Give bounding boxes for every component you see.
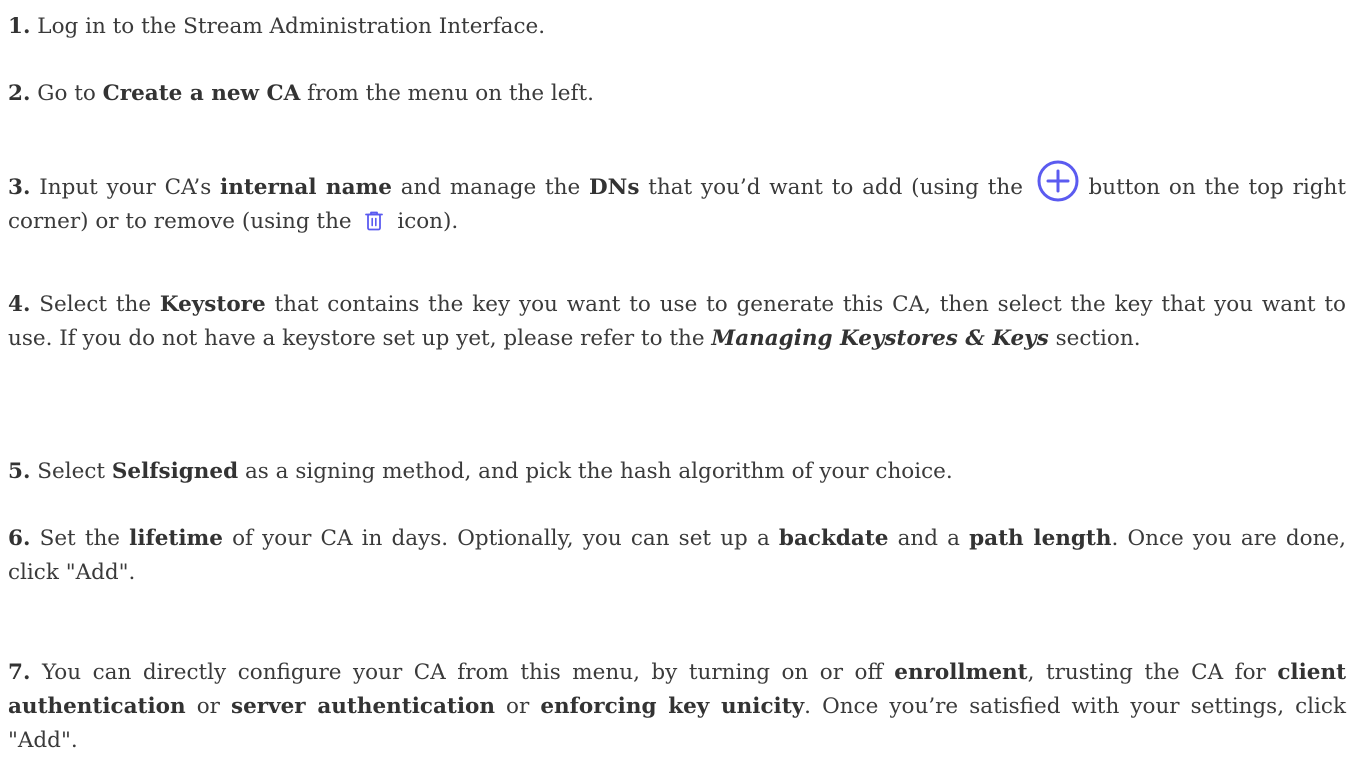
emphasis-server-authentication: server authentication	[231, 694, 495, 719]
emphasis-selfsigned: Selfsigned	[111, 459, 239, 484]
step-7: 7. You can directly configure your CA fr…	[8, 656, 1346, 758]
step-text: Select the	[30, 292, 160, 317]
step-text: and a	[888, 526, 970, 551]
step-2: 2. Go to Create a new CA from the menu o…	[8, 77, 1346, 111]
step-text: Select	[30, 459, 112, 484]
step-text: Set the	[30, 526, 130, 551]
emphasis-dns: DNs	[589, 175, 640, 200]
step-text: that you’d want to add (using the	[639, 175, 1032, 200]
step-text: , trusting the CA for	[1027, 660, 1278, 685]
step-text: Input your CA’s	[30, 175, 221, 200]
step-text: icon).	[390, 209, 459, 234]
step-text: of your CA in days. Optionally, you can …	[222, 526, 779, 551]
step-text: Go to	[30, 81, 103, 106]
emphasis-key-unicity: enforcing key unicity	[540, 694, 805, 719]
plus-circle-icon	[1036, 159, 1080, 203]
step-3: 3. Input your CA’s internal name and man…	[8, 159, 1346, 239]
step-4: 4. Select the Keystore that contains the…	[8, 288, 1346, 356]
step-text: You can directly configure your CA from …	[30, 660, 895, 685]
step-number: 5.	[8, 459, 31, 484]
step-text: Log in to the Stream Administration Inte…	[30, 14, 546, 39]
step-5: 5. Select Selfsigned as a signing method…	[8, 455, 1346, 489]
step-number: 1.	[8, 14, 31, 39]
step-text: from the menu on the left.	[300, 81, 594, 106]
emphasis-backdate: backdate	[778, 526, 889, 551]
emphasis-keystore: Keystore	[159, 292, 266, 317]
step-number: 7.	[8, 660, 31, 685]
emphasis-enrollment: enrollment	[894, 660, 1028, 685]
step-1: 1. Log in to the Stream Administration I…	[8, 10, 1346, 44]
step-number: 6.	[8, 526, 31, 551]
emphasis-path-length: path length	[969, 526, 1112, 551]
step-6: 6. Set the lifetime of your CA in days. …	[8, 522, 1346, 590]
instructions-document: 1. Log in to the Stream Administration I…	[0, 0, 1354, 763]
step-number: 4.	[8, 292, 31, 317]
step-number: 3.	[8, 175, 31, 200]
trash-icon	[364, 209, 384, 231]
emphasis-lifetime: lifetime	[129, 526, 223, 551]
section-reference: Managing Keystores & Keys	[711, 326, 1049, 351]
step-text: and manage the	[391, 175, 590, 200]
step-text: or	[185, 694, 232, 719]
emphasis-internal-name: internal name	[220, 175, 392, 200]
step-number: 2.	[8, 81, 31, 106]
step-text: section.	[1048, 326, 1141, 351]
step-text: or	[494, 694, 541, 719]
step-text: as a signing method, and pick the hash a…	[238, 459, 953, 484]
emphasis-create-new-ca: Create a new CA	[102, 81, 301, 106]
